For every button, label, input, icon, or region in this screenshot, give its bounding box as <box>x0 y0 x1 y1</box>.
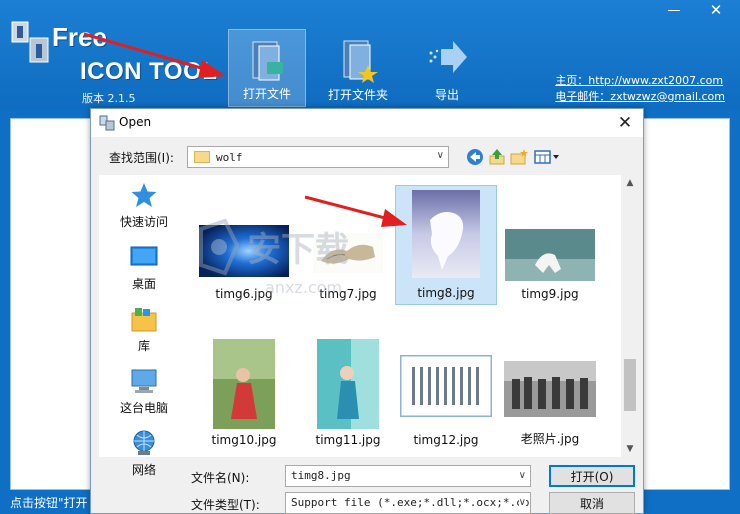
back-button[interactable] <box>465 147 485 167</box>
new-folder-icon <box>510 149 528 165</box>
chevron-down-icon[interactable]: ▼ <box>621 441 639 457</box>
computer-icon <box>131 369 157 393</box>
chevron-up-icon[interactable]: ▲ <box>621 175 639 191</box>
watermark-logo: 安下载 anxz.com <box>199 218 349 297</box>
file-list: timg6.jpg timg7.jpg timg8.jpg timg9.jpg … <box>189 175 639 457</box>
dialog-titlebar: Open ✕ <box>91 109 643 137</box>
image-thumbnail-icon <box>317 339 379 429</box>
file-type-label: 文件类型(T): <box>191 498 260 512</box>
new-folder-button[interactable] <box>509 147 529 167</box>
open-file-icon <box>252 41 283 81</box>
star-icon <box>131 183 157 207</box>
view-menu-button[interactable] <box>533 147 561 167</box>
back-arrow-icon <box>467 149 483 165</box>
open-file-button[interactable]: 打开文件 <box>228 29 306 107</box>
library-icon <box>131 308 157 332</box>
place-label: 网络 <box>131 463 156 477</box>
svg-text:安下载: 安下载 <box>247 230 349 270</box>
cancel-button[interactable]: 取消 <box>549 492 635 514</box>
up-folder-icon <box>489 149 505 165</box>
file-name: 老照片.jpg <box>520 432 580 446</box>
file-name: timg11.jpg <box>315 433 381 447</box>
network-icon <box>133 430 155 455</box>
look-in-label: 查找范围(I): <box>109 151 174 165</box>
export-arrow-icon <box>429 41 467 73</box>
homepage-link[interactable]: 主页：http://www.zxt2007.com <box>555 73 725 89</box>
place-network[interactable]: 网络 <box>99 425 189 487</box>
image-thumbnail-icon <box>505 229 595 281</box>
image-thumbnail-icon <box>213 339 275 429</box>
svg-text:anxz.com: anxz.com <box>265 278 342 297</box>
file-item-timg8[interactable]: timg8.jpg <box>395 185 497 305</box>
logo-free-text: Free <box>52 22 107 52</box>
logo-title: ICON TOOL <box>80 58 218 85</box>
place-label: 桌面 <box>131 277 156 291</box>
scrollbar-thumb[interactable] <box>624 359 636 411</box>
chevron-down-icon[interactable]: ∨ <box>518 497 526 508</box>
file-item-timg11[interactable]: timg11.jpg <box>297 331 399 451</box>
file-name-label: 文件名(N): <box>191 471 250 485</box>
export-button[interactable]: 导出 <box>408 29 486 107</box>
open-folder-label: 打开文件夹 <box>327 88 388 102</box>
place-label: 快速访问 <box>119 215 168 229</box>
file-name: timg10.jpg <box>211 433 277 447</box>
file-name: timg9.jpg <box>521 287 579 301</box>
file-name: timg12.jpg <box>413 433 479 447</box>
app-header: — ✕ Free ICON TOOL 版本 2.1.5 打开文件 打开文件夹 导… <box>0 0 740 110</box>
file-item-timg9[interactable]: timg9.jpg <box>499 185 601 305</box>
place-desktop[interactable]: 桌面 <box>99 239 189 301</box>
open-dialog: Open ✕ 查找范围(I): wolf ∨ 快速访问 桌面 库 这台电脑 网络… <box>90 108 644 514</box>
export-label: 导出 <box>434 88 459 102</box>
image-thumbnail-icon <box>504 361 596 417</box>
dialog-title: Open <box>119 115 152 129</box>
view-grid-icon <box>534 150 559 164</box>
place-quick-access[interactable]: 快速访问 <box>99 177 189 239</box>
look-in-dropdown[interactable]: wolf ∨ <box>187 146 449 168</box>
open-file-label: 打开文件 <box>242 87 291 101</box>
up-folder-button[interactable] <box>487 147 507 167</box>
file-item-timg12[interactable]: timg12.jpg <box>395 331 497 451</box>
file-name: timg8.jpg <box>417 286 475 300</box>
open-button[interactable]: 打开(O) <box>549 465 635 487</box>
place-libraries[interactable]: 库 <box>99 301 189 363</box>
file-name-value: timg8.jpg <box>291 469 351 482</box>
open-folder-button[interactable]: 打开文件夹 <box>318 29 398 107</box>
app-logo-icon <box>11 21 49 63</box>
file-item-old-photo[interactable]: 老照片.jpg <box>499 331 601 451</box>
close-window-button[interactable]: ✕ <box>694 0 738 20</box>
place-this-pc[interactable]: 这台电脑 <box>99 363 189 425</box>
desktop-icon <box>130 246 158 266</box>
version-label: 版本 2.1.5 <box>82 92 136 105</box>
chevron-down-icon: ∨ <box>436 150 444 161</box>
file-name-input[interactable]: timg8.jpg ∨ <box>285 465 531 487</box>
file-list-scrollbar[interactable]: ▲ ▼ <box>621 175 639 457</box>
open-folder-icon <box>343 40 378 83</box>
image-thumbnail-icon <box>412 190 480 278</box>
site-info: 主页：http://www.zxt2007.com 电子邮件：zxtwzwz@g… <box>555 73 725 105</box>
look-in-value: wolf <box>216 150 243 164</box>
file-item-timg10[interactable]: timg10.jpg <box>193 331 295 451</box>
email-link[interactable]: 电子邮件：zxtwzwz@gmail.com <box>555 89 725 105</box>
image-thumbnail-icon <box>400 355 492 417</box>
folder-icon <box>194 151 210 163</box>
chevron-down-icon[interactable]: ∨ <box>518 470 526 481</box>
place-label: 库 <box>137 339 150 353</box>
dialog-app-icon <box>99 115 115 131</box>
places-bar: 快速访问 桌面 库 这台电脑 网络 <box>99 175 189 477</box>
minimize-button[interactable]: — <box>654 0 694 20</box>
file-type-dropdown[interactable]: Support file (*.exe;*.dll;*.ocx;*.cpl ∨ <box>285 492 531 514</box>
place-label: 这台电脑 <box>119 401 168 415</box>
file-type-value: Support file (*.exe;*.dll;*.ocx;*.cpl <box>291 496 531 509</box>
dialog-close-button[interactable]: ✕ <box>613 111 637 135</box>
